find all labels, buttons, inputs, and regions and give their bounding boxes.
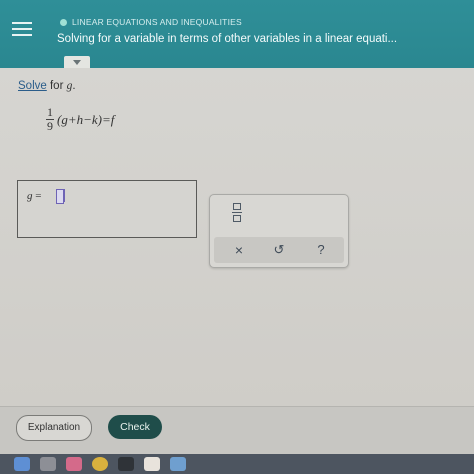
- equation: 1 9 (g+h−k)=f: [46, 106, 114, 133]
- footer-bar: Explanation Check: [0, 406, 474, 455]
- answer-input[interactable]: [56, 189, 64, 204]
- fraction-numerator: 1: [46, 105, 54, 120]
- answer-equals: =: [32, 190, 42, 202]
- calendar-icon[interactable]: [144, 457, 160, 471]
- prompt-text: for: [46, 80, 67, 92]
- terminal-icon[interactable]: [118, 457, 134, 471]
- finder-icon[interactable]: [14, 457, 30, 471]
- solve-link[interactable]: Solve: [18, 80, 47, 92]
- fraction-icon[interactable]: [230, 203, 244, 225]
- problem-area: Solve for g. 1 9 (g+h−k)=f g = × ↺ ?: [0, 68, 474, 406]
- check-button[interactable]: Check: [108, 415, 162, 439]
- math-toolbar: × ↺ ?: [209, 194, 349, 268]
- explanation-button[interactable]: Explanation: [16, 415, 92, 441]
- equation-fraction: 1 9: [46, 106, 54, 133]
- os-taskbar: [0, 454, 474, 474]
- prompt-period: .: [72, 80, 76, 92]
- topic-status-dot: [60, 19, 67, 26]
- topic-header: LINEAR EQUATIONS AND INEQUALITIES Solvin…: [0, 0, 474, 70]
- input-cursor: [64, 189, 65, 202]
- collapse-chevron-icon: [73, 60, 81, 65]
- topic-text: LINEAR EQUATIONS AND INEQUALITIES: [72, 17, 242, 27]
- mail-icon[interactable]: [170, 457, 186, 471]
- topic-label: LINEAR EQUATIONS AND INEQUALITIES: [60, 17, 242, 27]
- clear-icon[interactable]: ×: [228, 240, 250, 260]
- problem-prompt: Solve for g.: [18, 80, 76, 92]
- menu-icon[interactable]: [12, 19, 32, 39]
- equation-body: (g+h−k)=f: [57, 111, 115, 127]
- help-icon[interactable]: ?: [310, 240, 332, 260]
- fraction-denominator: 9: [47, 119, 53, 133]
- toolbar-actions: × ↺ ?: [214, 237, 344, 263]
- page-title: Solving for a variable in terms of other…: [57, 33, 398, 45]
- chrome-icon[interactable]: [92, 457, 108, 471]
- answer-box[interactable]: g =: [17, 180, 197, 238]
- answer-label: g =: [27, 190, 41, 202]
- undo-icon[interactable]: ↺: [268, 240, 290, 260]
- app-icon[interactable]: [40, 457, 56, 471]
- photos-icon[interactable]: [66, 457, 82, 471]
